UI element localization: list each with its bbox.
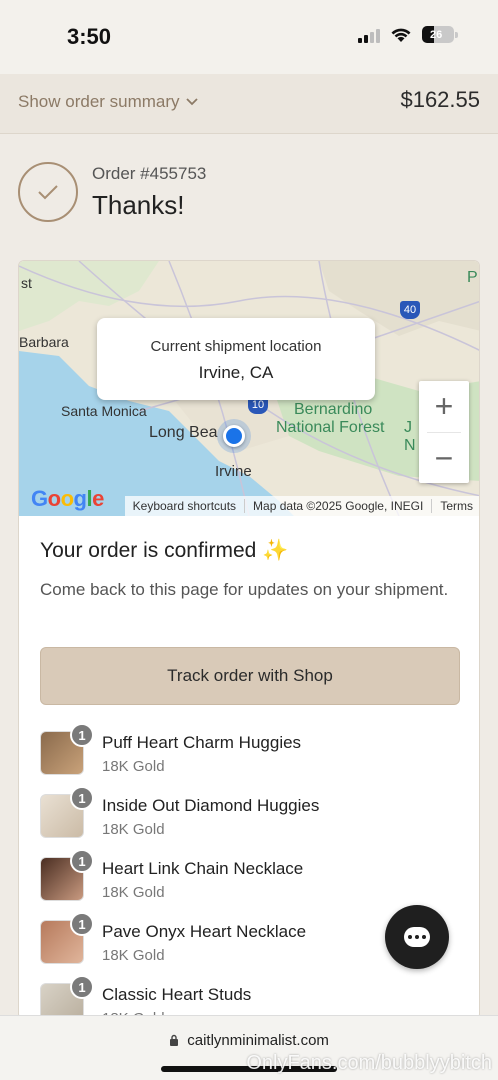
line-item: 1 Heart Link Chain Necklace 18K Gold <box>40 849 460 901</box>
product-name: Puff Heart Charm Huggies <box>102 733 302 752</box>
map-zoom-controls: + − <box>419 381 469 483</box>
map-label-bernardino: Bernardino <box>294 401 373 418</box>
product-name: Inside Out Diamond Huggies <box>102 796 320 815</box>
map-label-national-forest: National Forest <box>276 419 385 436</box>
lock-icon <box>170 1034 179 1046</box>
shipment-map[interactable]: st Barbara Santa Monica Long Bea Irvine … <box>19 261 479 516</box>
highway-10-label: 10 <box>251 399 265 411</box>
order-number: Order #455753 <box>92 164 207 183</box>
map-label-santa-monica: Santa Monica <box>61 403 147 419</box>
map-terms-link[interactable]: Terms <box>431 499 479 513</box>
map-data-credit: Map data ©2025 Google, INEGI <box>244 499 431 513</box>
zoom-out-button[interactable]: − <box>419 433 469 484</box>
google-logo: Google <box>31 486 104 511</box>
product-name: Classic Heart Studs <box>102 985 252 1004</box>
product-variant: 18K Gold <box>102 884 165 901</box>
quantity-badge: 1 <box>70 723 94 747</box>
map-label-barbara: Barbara <box>19 334 69 350</box>
quantity-badge: 1 <box>70 786 94 810</box>
map-label-long-beach: Long Bea <box>149 424 218 441</box>
order-total: $162.55 <box>400 87 480 112</box>
line-item: 1 Classic Heart Studs 18K Gold <box>40 975 460 1019</box>
map-label-j: J <box>404 419 412 436</box>
interstate-40-shield-icon: 40 <box>400 301 420 319</box>
chat-button[interactable] <box>385 905 449 969</box>
quantity-badge: 1 <box>70 975 94 999</box>
cellular-signal-icon <box>358 27 380 43</box>
url-text: caitlynminimalist.com <box>187 1032 329 1049</box>
keyboard-shortcuts-link[interactable]: Keyboard shortcuts <box>125 499 244 513</box>
thanks-heading: Thanks! <box>92 190 185 220</box>
tooltip-city: Irvine, CA <box>198 363 274 382</box>
confirmation-heading: Your order is confirmed ✨ <box>40 539 289 562</box>
line-item: 1 Inside Out Diamond Huggies 18K Gold <box>40 786 460 838</box>
line-item: 1 Puff Heart Charm Huggies 18K Gold <box>40 723 460 775</box>
confirmation-text: Come back to this page for updates on yo… <box>40 580 449 599</box>
status-bar: 3:50 26 <box>0 0 498 74</box>
status-icons: 26 <box>358 26 458 43</box>
product-variant: 18K Gold <box>102 758 165 775</box>
product-variant: 18K Gold <box>102 821 165 838</box>
url-bar[interactable]: caitlynminimalist.com <box>0 1032 498 1049</box>
current-location-marker[interactable] <box>223 425 245 447</box>
map-label-n: N <box>404 437 416 454</box>
show-order-summary-toggle[interactable]: Show order summary <box>18 92 198 112</box>
status-time: 3:50 <box>67 24 112 49</box>
quantity-badge: 1 <box>70 849 94 873</box>
battery-icon: 26 <box>422 26 458 43</box>
tooltip-title: Current shipment location <box>150 338 322 355</box>
map-label-st: st <box>21 275 32 291</box>
zoom-in-button[interactable]: + <box>419 381 469 432</box>
product-name: Pave Onyx Heart Necklace <box>102 922 307 941</box>
product-variant: 18K Gold <box>102 947 165 964</box>
checkmark-circle-icon <box>18 162 78 222</box>
chat-bubble-icon <box>404 927 430 947</box>
order-summary-label: Show order summary <box>18 92 180 111</box>
shipment-location-tooltip: Current shipment location Irvine, CA <box>97 318 375 400</box>
wifi-icon <box>391 28 411 42</box>
battery-level: 26 <box>430 28 443 41</box>
quantity-badge: 1 <box>70 912 94 936</box>
watermark: OnlyFans.com/bubblyybitch <box>246 1052 492 1074</box>
chevron-down-icon <box>185 98 198 106</box>
track-order-button[interactable]: Track order with Shop <box>40 647 460 705</box>
highway-40-label: 40 <box>403 304 417 316</box>
order-summary-bar: Show order summary $162.55 <box>0 74 498 134</box>
map-label-irvine: Irvine <box>215 463 252 480</box>
order-header: Order #455753 Thanks! <box>18 160 480 230</box>
map-attribution: Keyboard shortcuts Map data ©2025 Google… <box>124 496 479 516</box>
map-label-p: P <box>467 269 478 286</box>
product-name: Heart Link Chain Necklace <box>102 859 304 878</box>
